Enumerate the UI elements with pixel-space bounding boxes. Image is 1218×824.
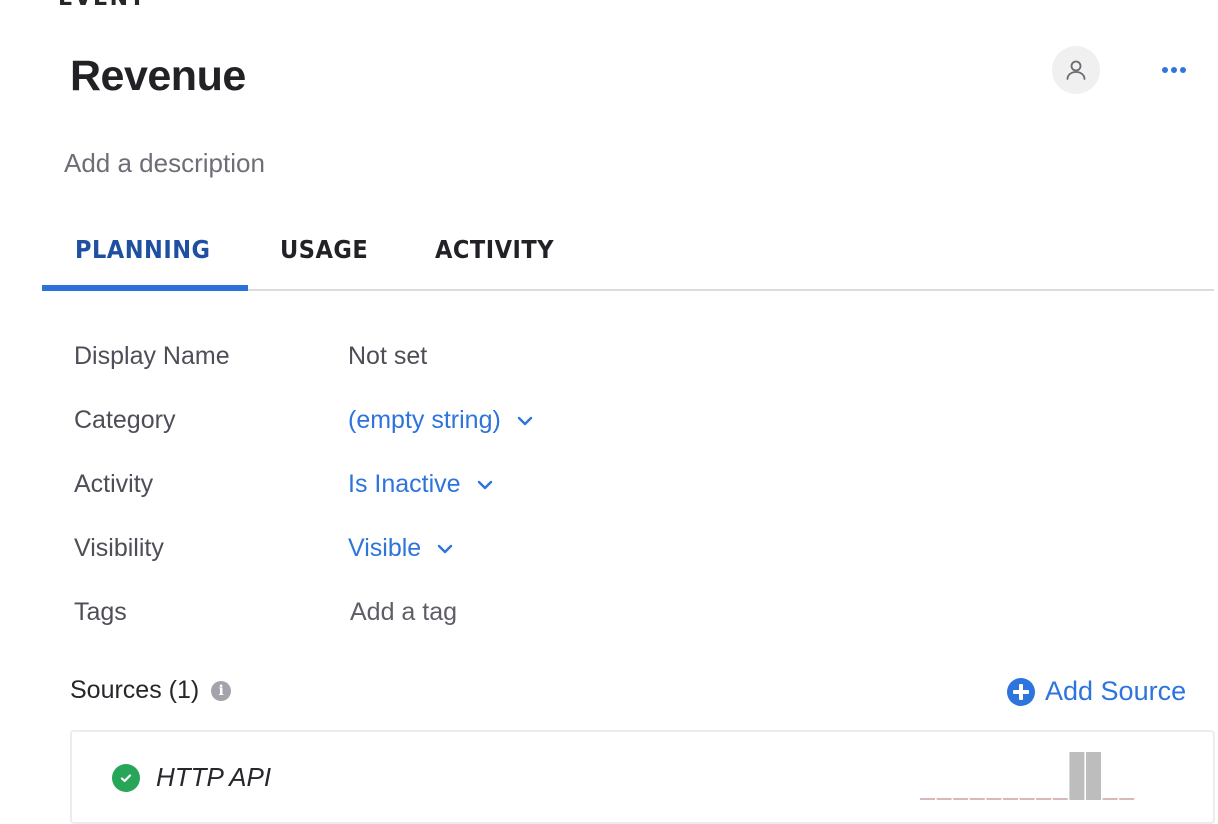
category-dropdown[interactable]: (empty string) xyxy=(348,406,535,435)
tab-activity[interactable]: ACTIVITY xyxy=(435,235,554,264)
display-name-label: Display Name xyxy=(74,342,230,370)
chevron-down-icon xyxy=(438,544,453,553)
visibility-dropdown[interactable]: Visible xyxy=(348,534,455,563)
more-dot xyxy=(1180,67,1186,73)
chevron-down-icon xyxy=(517,416,533,425)
user-icon xyxy=(1066,60,1086,80)
more-options-button[interactable] xyxy=(1158,58,1190,82)
add-source-button[interactable]: Add Source xyxy=(1007,676,1186,707)
sparkline-bar xyxy=(1069,752,1085,800)
source-card[interactable]: HTTP API xyxy=(70,730,1215,824)
activity-dropdown[interactable]: Is Inactive xyxy=(348,470,495,499)
plus-circle-icon xyxy=(1007,677,1035,706)
tab-bar: PLANNING USAGE ACTIVITY xyxy=(42,225,1214,291)
display-name-value[interactable]: Not set xyxy=(348,342,427,371)
info-icon[interactable]: i xyxy=(211,680,232,701)
tab-planning[interactable]: PLANNING xyxy=(75,235,211,264)
source-title: HTTP API xyxy=(112,762,271,793)
tab-usage[interactable]: USAGE xyxy=(280,235,368,264)
more-dot xyxy=(1171,67,1177,73)
owner-avatar-button[interactable] xyxy=(1052,46,1100,94)
active-tab-indicator xyxy=(42,285,248,291)
chevron-down-icon xyxy=(477,480,492,489)
description-input[interactable]: Add a description xyxy=(64,148,265,179)
check-circle-icon xyxy=(112,763,140,792)
tags-label: Tags xyxy=(74,598,127,626)
category-label: Category xyxy=(74,406,176,434)
visibility-value: Visible xyxy=(348,534,422,562)
sources-label: Sources (1) xyxy=(70,676,200,704)
tags-input[interactable]: Add a tag xyxy=(350,598,457,627)
source-volume-sparkline xyxy=(920,752,1135,800)
more-horizontal-icon xyxy=(1162,67,1168,73)
sparkline-bar xyxy=(1086,752,1101,800)
add-source-label: Add Source xyxy=(1045,676,1187,706)
page-title[interactable]: Revenue xyxy=(70,52,246,101)
sources-heading: Sources (1) i xyxy=(70,676,232,705)
activity-label: Activity xyxy=(74,470,154,498)
page-eyebrow: EVENT xyxy=(58,0,146,11)
source-name: HTTP API xyxy=(156,762,272,792)
activity-value: Is Inactive xyxy=(348,470,461,498)
visibility-label: Visibility xyxy=(74,534,164,562)
category-value: (empty string) xyxy=(348,406,501,434)
